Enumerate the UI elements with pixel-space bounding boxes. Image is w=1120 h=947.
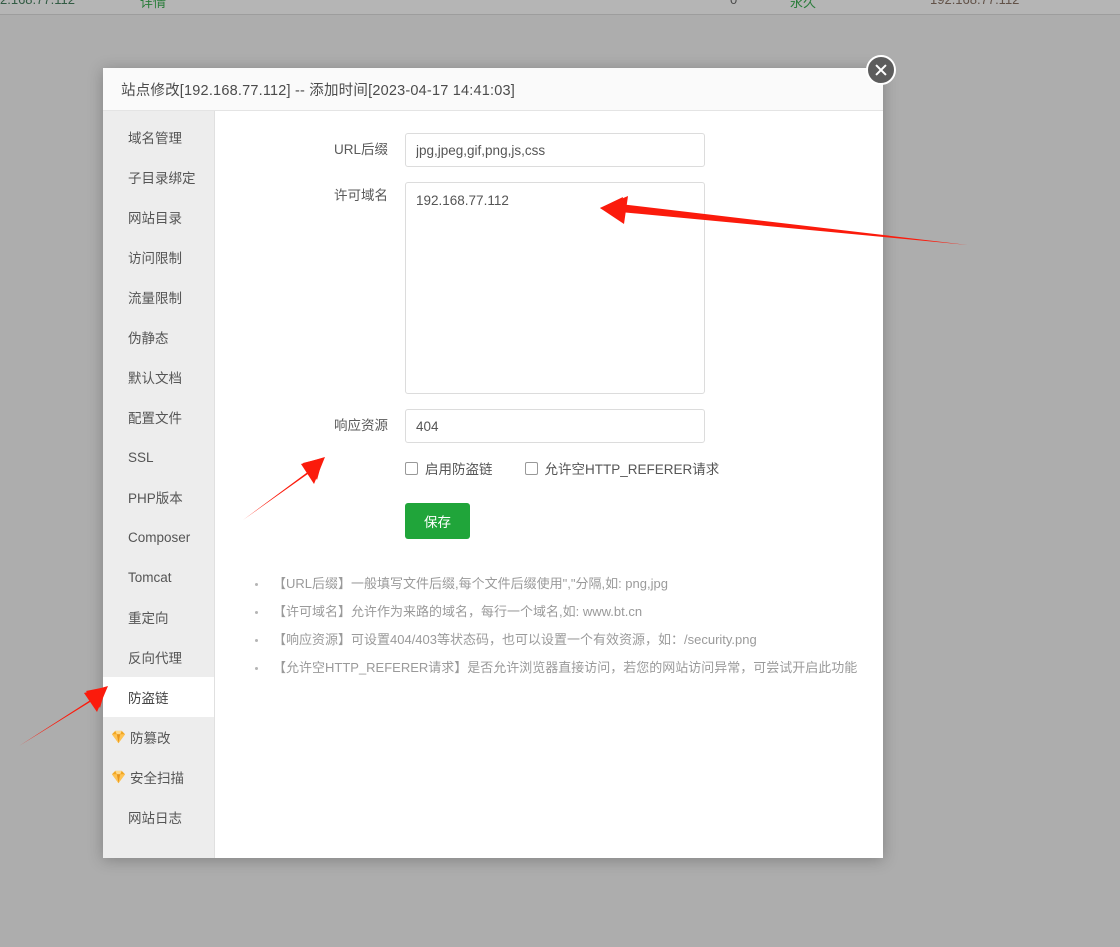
- sidebar-item-label: PHP版本: [128, 491, 183, 506]
- sidebar-item-website-directory[interactable]: 网站目录: [103, 197, 214, 237]
- sidebar-item-label: 防盗链: [128, 691, 169, 706]
- sidebar-item-label: 网站目录: [128, 211, 182, 226]
- sidebar-item-access-restriction[interactable]: 访问限制: [103, 237, 214, 277]
- allowed-domain-row: 许可域名: [215, 182, 883, 394]
- url-suffix-label: URL后缀: [333, 142, 388, 157]
- sidebar-item-traffic-limit[interactable]: 流量限制: [103, 277, 214, 317]
- gem-icon: [111, 770, 126, 784]
- help-item: 【URL后缀】一般填写文件后缀,每个文件后缀使用","分隔,如: png,jpg: [255, 575, 883, 594]
- sidebar-item-composer[interactable]: Composer: [103, 517, 214, 557]
- sidebar-item-ssl[interactable]: SSL: [103, 437, 214, 477]
- sidebar-item-label: Tomcat: [128, 569, 172, 585]
- sidebar-item-tomcat[interactable]: Tomcat: [103, 557, 214, 597]
- sidebar-item-php-version[interactable]: PHP版本: [103, 477, 214, 517]
- help-item: 【许可域名】允许作为来路的域名，每行一个域名,如: www.bt.cn: [255, 603, 883, 622]
- checkbox-icon: [405, 461, 418, 475]
- sidebar-item-label: 流量限制: [128, 291, 182, 306]
- allowed-domain-label: 许可域名: [334, 188, 388, 203]
- sidebar-item-label: 子目录绑定: [128, 171, 196, 186]
- sidebar-item-label: 网站日志: [128, 811, 182, 826]
- sidebar-item-redirect[interactable]: 重定向: [103, 597, 214, 637]
- help-text-list: 【URL后缀】一般填写文件后缀,每个文件后缀使用","分隔,如: png,jpg…: [215, 575, 883, 677]
- sidebar-item-anti-tamper[interactable]: 防篡改: [103, 717, 214, 757]
- response-resource-row: 响应资源: [215, 409, 883, 443]
- close-icon[interactable]: [866, 55, 896, 85]
- sidebar-item-domain-management[interactable]: 域名管理: [103, 117, 214, 157]
- response-resource-input[interactable]: [405, 409, 705, 443]
- dialog-sidebar: 域名管理 子目录绑定 网站目录 访问限制 流量限制 伪静态 默认文档 配置文件: [103, 111, 215, 858]
- sidebar-item-label: Composer: [128, 529, 191, 545]
- sidebar-item-label: 访问限制: [128, 251, 182, 266]
- sidebar-item-label: 伪静态: [128, 331, 169, 346]
- sidebar-item-label: 重定向: [128, 611, 169, 626]
- enable-anti-leech-label: 启用防盗链: [425, 462, 493, 477]
- sidebar-item-anti-leech[interactable]: 防盗链: [103, 677, 214, 717]
- url-suffix-input[interactable]: [405, 133, 705, 167]
- save-button[interactable]: 保存: [405, 503, 470, 539]
- help-item: 【响应资源】可设置404/403等状态码，也可以设置一个有效资源，如：/secu…: [255, 631, 883, 650]
- anti-leech-panel: URL后缀 许可域名 响应资源 启用防盗链 允许空HTTP_REFERER请求: [215, 111, 883, 858]
- response-resource-label: 响应资源: [334, 418, 388, 433]
- sidebar-item-default-document[interactable]: 默认文档: [103, 357, 214, 397]
- sidebar-item-reverse-proxy[interactable]: 反向代理: [103, 637, 214, 677]
- sidebar-item-config-file[interactable]: 配置文件: [103, 397, 214, 437]
- enable-anti-leech-checkbox[interactable]: 启用防盗链: [405, 458, 493, 478]
- sidebar-item-label: 安全扫描: [130, 771, 184, 786]
- dialog-title: 站点修改[192.168.77.112] -- 添加时间[2023-04-17 …: [121, 82, 515, 99]
- sidebar-item-label: 反向代理: [128, 651, 182, 666]
- url-suffix-row: URL后缀: [215, 133, 883, 167]
- checkbox-icon: [524, 461, 538, 475]
- sidebar-item-subdirectory-binding[interactable]: 子目录绑定: [103, 157, 214, 197]
- sidebar-item-security-scan[interactable]: 安全扫描: [103, 757, 214, 797]
- checkbox-row: 启用防盗链 允许空HTTP_REFERER请求: [405, 458, 883, 478]
- help-item: 【允许空HTTP_REFERER请求】是否允许浏览器直接访问，若您的网站访问异常…: [255, 659, 883, 678]
- allow-empty-referer-checkbox[interactable]: 允许空HTTP_REFERER请求: [524, 458, 720, 478]
- sidebar-item-label: 默认文档: [128, 371, 182, 386]
- sidebar-item-label: SSL: [128, 449, 154, 465]
- site-edit-dialog: 站点修改[192.168.77.112] -- 添加时间[2023-04-17 …: [103, 68, 883, 858]
- sidebar-item-pseudo-static[interactable]: 伪静态: [103, 317, 214, 357]
- dialog-body: 域名管理 子目录绑定 网站目录 访问限制 流量限制 伪静态 默认文档 配置文件: [103, 111, 883, 858]
- allow-empty-referer-label: 允许空HTTP_REFERER请求: [544, 462, 720, 477]
- allowed-domain-textarea[interactable]: [405, 182, 705, 394]
- dialog-header: 站点修改[192.168.77.112] -- 添加时间[2023-04-17 …: [103, 68, 883, 111]
- gem-icon: [111, 730, 126, 744]
- sidebar-item-label: 域名管理: [128, 131, 182, 146]
- sidebar-item-label: 配置文件: [128, 411, 182, 426]
- sidebar-item-label: 防篡改: [130, 731, 171, 746]
- sidebar-item-website-log[interactable]: 网站日志: [103, 797, 214, 837]
